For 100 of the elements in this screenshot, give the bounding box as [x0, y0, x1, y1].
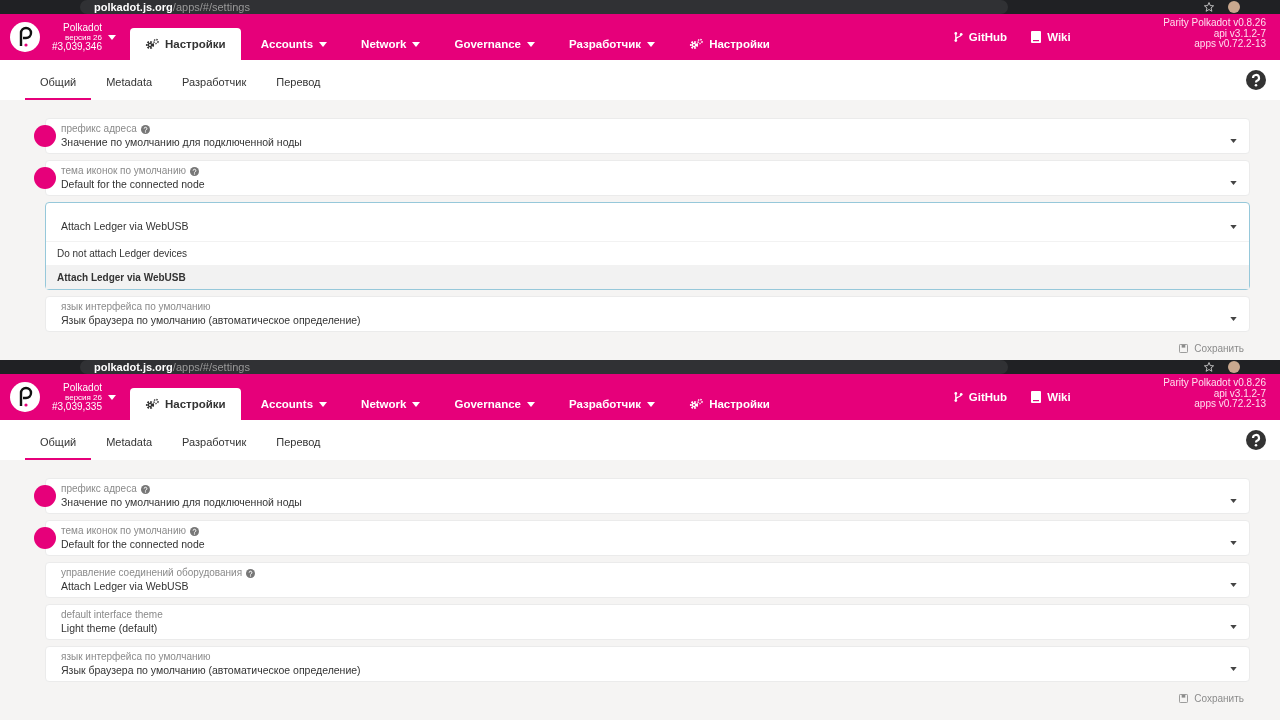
- select-field[interactable]: тема иконок по умолчанию Default for the connected node: [45, 520, 1250, 556]
- nav-tab[interactable]: Governance: [440, 28, 549, 60]
- field-value: Язык браузера по умолчанию (автоматическое определение): [61, 663, 361, 677]
- caret-icon: [1230, 583, 1237, 587]
- caret-icon[interactable]: [108, 34, 116, 40]
- select-field[interactable]: префикс адреса Значение по умолчанию для подключенной ноды: [45, 118, 1250, 154]
- version-text: apps v0.72.2-13: [1194, 399, 1266, 410]
- nav-tab[interactable]: Accounts: [246, 28, 342, 60]
- nav-tab[interactable]: Настройки: [675, 388, 784, 420]
- star-icon[interactable]: [1204, 2, 1214, 12]
- select-field[interactable]: язык интерфейса по умолчанию Язык браузера по умолчанию (автоматическое определение): [45, 646, 1250, 682]
- caret-icon: [647, 41, 656, 47]
- select-field[interactable]: управление соединений оборудования Attach Ledger via WebUSB: [45, 562, 1250, 598]
- version-text: Parity Polkadot v0.8.26: [1163, 378, 1266, 389]
- address-bar[interactable]: polkadot.js.org/apps/#/settings: [80, 360, 1008, 374]
- field-value: Default for the connected node: [61, 537, 205, 551]
- logo-icon[interactable]: [10, 382, 40, 412]
- gears-icon: [689, 398, 704, 410]
- field-label: язык интерфейса по умолчанию: [61, 651, 211, 663]
- field-label: управление соединений оборудования: [61, 567, 243, 579]
- field-value: Язык браузера по умолчанию (автоматическое определение): [61, 313, 361, 327]
- nav-tab[interactable]: Accounts: [246, 388, 342, 420]
- settings-tab[interactable]: Перевод: [261, 420, 336, 460]
- settings-tab[interactable]: Разработчик: [167, 420, 262, 460]
- branch-icon: [953, 31, 963, 43]
- caret-icon[interactable]: [108, 394, 116, 400]
- caret-icon: [1230, 225, 1237, 229]
- settings-tab[interactable]: Общий: [25, 420, 92, 460]
- settings-tab[interactable]: Разработчик: [167, 60, 262, 100]
- field-value: Attach Ledger via WebUSB: [61, 579, 189, 593]
- nav-tab[interactable]: Настройки: [130, 388, 241, 420]
- caret-icon: [526, 41, 535, 47]
- chain-name: Polkadot: [63, 22, 102, 33]
- caret-icon: [1230, 139, 1237, 143]
- dropdown-value: Attach Ledger via WebUSB: [61, 220, 189, 232]
- caret-icon: [319, 401, 328, 407]
- caret-icon: [412, 41, 421, 47]
- book-icon: [1031, 31, 1042, 43]
- save-icon: [1179, 344, 1189, 353]
- gears-icon: [145, 398, 159, 410]
- field-value: Значение по умолчанию для подключенной ноды: [61, 495, 302, 509]
- header-link[interactable]: Wiki: [1031, 391, 1071, 403]
- field-value: Light theme (default): [61, 621, 158, 635]
- dropdown-option[interactable]: Attach Ledger via WebUSB: [46, 265, 1249, 289]
- profile-avatar[interactable]: [1228, 1, 1240, 13]
- nav-tab[interactable]: Network: [347, 28, 435, 60]
- version-text: api v3.1.2-7: [1213, 388, 1266, 399]
- block-number: #3,039,346: [51, 41, 102, 52]
- settings-tab[interactable]: Metadata: [91, 60, 168, 100]
- field-label: язык интерфейса по умолчанию: [61, 301, 211, 313]
- version-text: Parity Polkadot v0.8.26: [1163, 18, 1266, 29]
- help-icon[interactable]: [1246, 70, 1266, 90]
- address-bar[interactable]: polkadot.js.org/apps/#/settings: [80, 0, 1008, 14]
- dropdown-menu[interactable]: Attach Ledger via WebUSB Do not attach Ledger devices Attach Ledger via WebUSB: [45, 202, 1250, 290]
- nav-tab[interactable]: Настройки: [130, 28, 241, 60]
- gears-icon: [689, 38, 704, 50]
- caret-icon: [1230, 625, 1237, 629]
- caret-icon: [526, 401, 535, 407]
- header-link[interactable]: Wiki: [1031, 31, 1071, 43]
- field-label: default interface theme: [61, 609, 163, 621]
- select-field[interactable]: язык интерфейса по умолчанию Язык браузера по умолчанию (автоматическое определение): [45, 296, 1250, 332]
- caret-icon: [319, 41, 328, 47]
- header-link[interactable]: GitHub: [953, 391, 1008, 403]
- settings-tab[interactable]: Общий: [25, 60, 92, 100]
- version-text: api v3.1.2-7: [1213, 28, 1266, 39]
- help-icon[interactable]: [1246, 430, 1266, 450]
- select-field[interactable]: префикс адреса Значение по умолчанию для подключенной ноды: [45, 478, 1250, 514]
- nav-tab[interactable]: Разработчик: [554, 388, 670, 420]
- profile-avatar[interactable]: [1228, 361, 1240, 373]
- branch-icon: [953, 391, 963, 403]
- nav-tab[interactable]: Настройки: [675, 28, 784, 60]
- gears-icon: [145, 38, 159, 50]
- chain-name: Polkadot: [63, 382, 102, 393]
- field-label: префикс адреса: [61, 123, 137, 135]
- field-label: префикс адреса: [61, 483, 137, 495]
- select-field[interactable]: default interface theme Light theme (default): [45, 604, 1250, 640]
- caret-icon: [1230, 181, 1237, 185]
- star-icon[interactable]: [1204, 362, 1214, 372]
- caret-icon: [1230, 317, 1237, 321]
- field-value: Default for the connected node: [61, 177, 205, 191]
- field-value: Значение по умолчанию для подключенной ноды: [61, 135, 302, 149]
- book-icon: [1031, 391, 1042, 403]
- field-label: тема иконок по умолчанию: [61, 165, 186, 177]
- caret-icon: [412, 401, 421, 407]
- field-label: тема иконок по умолчанию: [61, 525, 186, 537]
- header-link[interactable]: GitHub: [953, 31, 1008, 43]
- nav-tab[interactable]: Разработчик: [554, 28, 670, 60]
- chain-version: версия 26: [65, 392, 102, 402]
- settings-tab[interactable]: Перевод: [261, 60, 336, 100]
- caret-icon: [1230, 499, 1237, 503]
- nav-tab[interactable]: Governance: [440, 388, 549, 420]
- chain-version: версия 26: [65, 32, 102, 42]
- block-number: #3,039,335: [51, 401, 102, 412]
- settings-tab[interactable]: Metadata: [91, 420, 168, 460]
- version-text: apps v0.72.2-13: [1194, 39, 1266, 50]
- select-field[interactable]: тема иконок по умолчанию Default for the connected node: [45, 160, 1250, 196]
- logo-icon[interactable]: [10, 22, 40, 52]
- caret-icon: [1230, 667, 1237, 671]
- nav-tab[interactable]: Network: [347, 388, 435, 420]
- caret-icon: [647, 401, 656, 407]
